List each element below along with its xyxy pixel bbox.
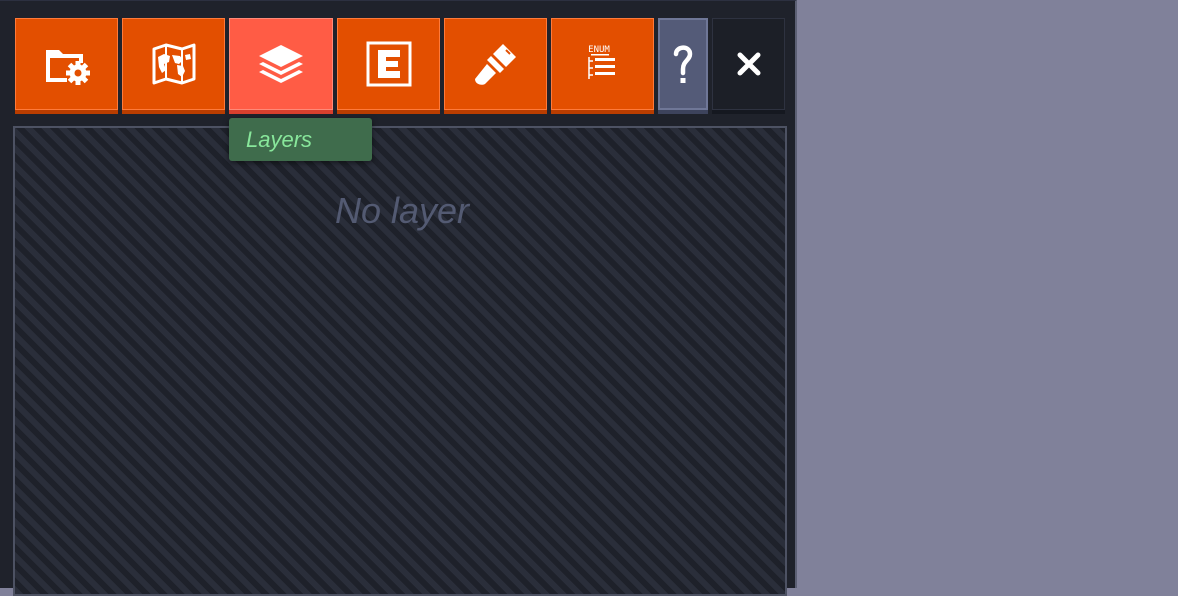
layers-tooltip: Layers	[229, 118, 372, 161]
entity-e-icon	[366, 41, 412, 87]
layers-button[interactable]	[229, 18, 333, 110]
editor-side-panel: ENUM No layer Layers	[0, 0, 797, 596]
entity-button[interactable]	[337, 18, 440, 110]
close-button[interactable]	[712, 18, 785, 110]
folder-gear-icon	[43, 42, 91, 86]
enum-list-icon: ENUM	[583, 44, 623, 84]
help-button[interactable]	[658, 18, 708, 110]
paint-brush-icon	[473, 41, 519, 87]
layers-icon	[257, 43, 305, 85]
world-map-button[interactable]	[122, 18, 225, 110]
enum-button[interactable]: ENUM	[551, 18, 654, 110]
close-icon	[736, 51, 762, 77]
paint-brush-button[interactable]	[444, 18, 547, 110]
app-root: ENUM No layer Layers	[0, 0, 1178, 596]
enum-label: ENUM	[588, 45, 610, 55]
world-map-icon	[151, 43, 197, 85]
project-settings-button[interactable]	[15, 18, 118, 110]
main-toolbar: ENUM	[0, 1, 797, 117]
no-layer-message: No layer	[334, 190, 470, 231]
layers-list[interactable]: No layer	[13, 126, 787, 596]
question-mark-icon	[671, 40, 695, 88]
